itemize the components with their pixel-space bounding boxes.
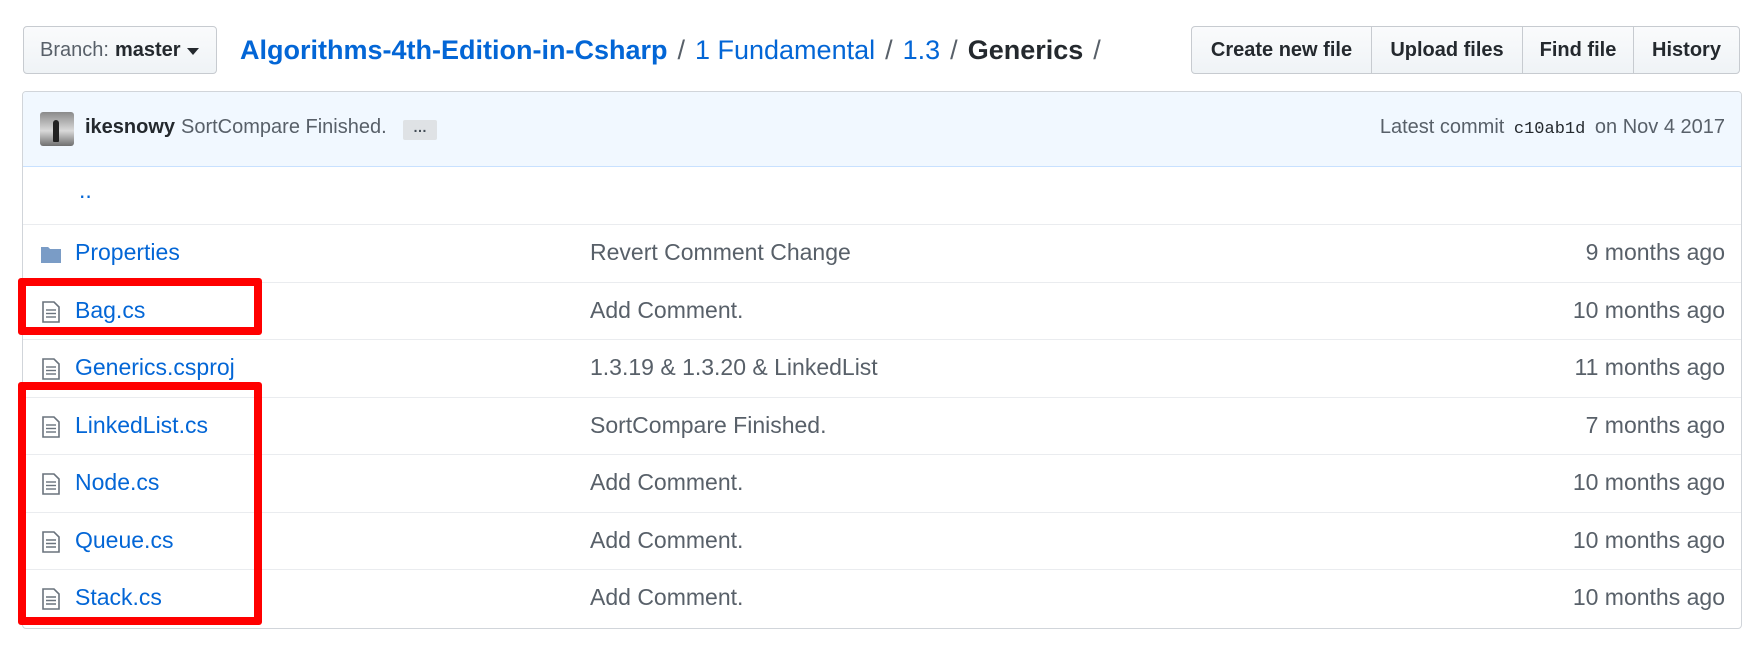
breadcrumb-section-link[interactable]: 1.3	[903, 35, 941, 66]
file-icon	[42, 588, 60, 610]
commit-date: on Nov 4 2017	[1594, 116, 1725, 138]
file-age: 7 months ago	[1585, 411, 1725, 438]
file-icon	[42, 473, 60, 495]
file-age: 10 months ago	[1572, 469, 1725, 495]
table-row: Stack.cs Add Comment. 10 months ago	[23, 569, 1741, 627]
file-commit-message-link[interactable]: Add Comment.	[590, 297, 743, 324]
file-name-link[interactable]: Generics.csproj	[75, 354, 235, 381]
table-row: Generics.csproj 1.3.19 & 1.3.20 & Linked…	[23, 339, 1741, 397]
breadcrumb-separator: /	[677, 34, 685, 65]
file-commit-message-link[interactable]: Add Comment.	[590, 527, 743, 554]
file-age: 11 months ago	[1574, 354, 1725, 380]
latest-commit-label: Latest commit	[1379, 116, 1505, 138]
table-row: Properties Revert Comment Change 9 month…	[23, 224, 1741, 282]
avatar-figure	[53, 120, 59, 142]
file-age: 10 months ago	[1572, 584, 1725, 610]
commit-author-link[interactable]: ikesnowy	[85, 116, 175, 139]
table-row: LinkedList.cs SortCompare Finished. 7 mo…	[23, 396, 1741, 455]
file-name-link[interactable]: Properties	[75, 239, 180, 266]
file-icon	[42, 530, 60, 553]
file-navigation-table: ikesnowy SortCompare Finished. … Latest …	[22, 91, 1742, 629]
upload-files-button[interactable]: Upload files	[1371, 26, 1523, 74]
breadcrumb-repo-link[interactable]: Algorithms-4th-Edition-in-Csharp	[240, 35, 667, 66]
parent-directory-link[interactable]: ..	[79, 177, 92, 204]
commit-sha-link[interactable]: c10ab1d	[1514, 120, 1585, 139]
table-row: Queue.cs Add Comment. 10 months ago	[23, 511, 1741, 570]
branch-label: Branch:	[40, 38, 109, 61]
file-icon	[42, 415, 60, 438]
folder-icon	[41, 247, 61, 263]
latest-commit-info: Latest commit c10ab1d on Nov 4 2017	[1380, 116, 1725, 139]
breadcrumb-current-folder: Generics	[967, 34, 1084, 65]
file-commit-message-link[interactable]: Revert Comment Change	[590, 239, 851, 266]
file-name-link[interactable]: Queue.cs	[75, 527, 173, 554]
commit-message-link[interactable]: SortCompare Finished.	[181, 116, 387, 139]
file-actions-group: Create new file Upload files Find file H…	[1191, 26, 1740, 74]
breadcrumb: Algorithms-4th-Edition-in-Csharp / 1 Fun…	[240, 30, 1111, 70]
breadcrumb-separator: /	[950, 34, 958, 65]
branch-select-button[interactable]: Branch: master	[23, 26, 217, 74]
file-age: 10 months ago	[1572, 296, 1725, 323]
file-age: 9 months ago	[1585, 239, 1725, 265]
find-file-button[interactable]: Find file	[1522, 26, 1634, 74]
table-row: Node.cs Add Comment. 10 months ago	[23, 454, 1741, 512]
parent-directory-row: ..	[23, 167, 1741, 224]
file-age: 10 months ago	[1572, 526, 1725, 553]
file-commit-message-link[interactable]: Add Comment.	[590, 469, 743, 496]
file-icon	[42, 358, 60, 380]
avatar[interactable]	[40, 112, 74, 146]
create-new-file-button[interactable]: Create new file	[1191, 26, 1372, 74]
file-name-link[interactable]: Node.cs	[75, 469, 159, 496]
breadcrumb-separator: /	[885, 34, 893, 65]
file-commit-message-link[interactable]: Add Comment.	[590, 584, 743, 611]
latest-commit-bar: ikesnowy SortCompare Finished. … Latest …	[23, 92, 1741, 167]
file-name-link[interactable]: LinkedList.cs	[75, 412, 208, 439]
breadcrumb-separator: /	[1093, 34, 1101, 65]
file-name-link[interactable]: Stack.cs	[75, 584, 162, 611]
file-commit-message-link[interactable]: SortCompare Finished.	[590, 412, 827, 439]
repo-header: Branch: master Algorithms-4th-Edition-in…	[0, 0, 1762, 90]
table-row: Bag.cs Add Comment. 10 months ago	[23, 281, 1741, 340]
file-icon	[42, 300, 60, 323]
file-commit-message-link[interactable]: 1.3.19 & 1.3.20 & LinkedList	[590, 354, 878, 381]
file-name-link[interactable]: Bag.cs	[75, 297, 145, 324]
branch-value: master	[114, 38, 181, 61]
caret-down-icon	[186, 47, 199, 55]
breadcrumb-fundamental-link[interactable]: 1 Fundamental	[695, 35, 875, 66]
history-button[interactable]: History	[1633, 26, 1740, 74]
expand-commit-button[interactable]: …	[403, 120, 437, 140]
